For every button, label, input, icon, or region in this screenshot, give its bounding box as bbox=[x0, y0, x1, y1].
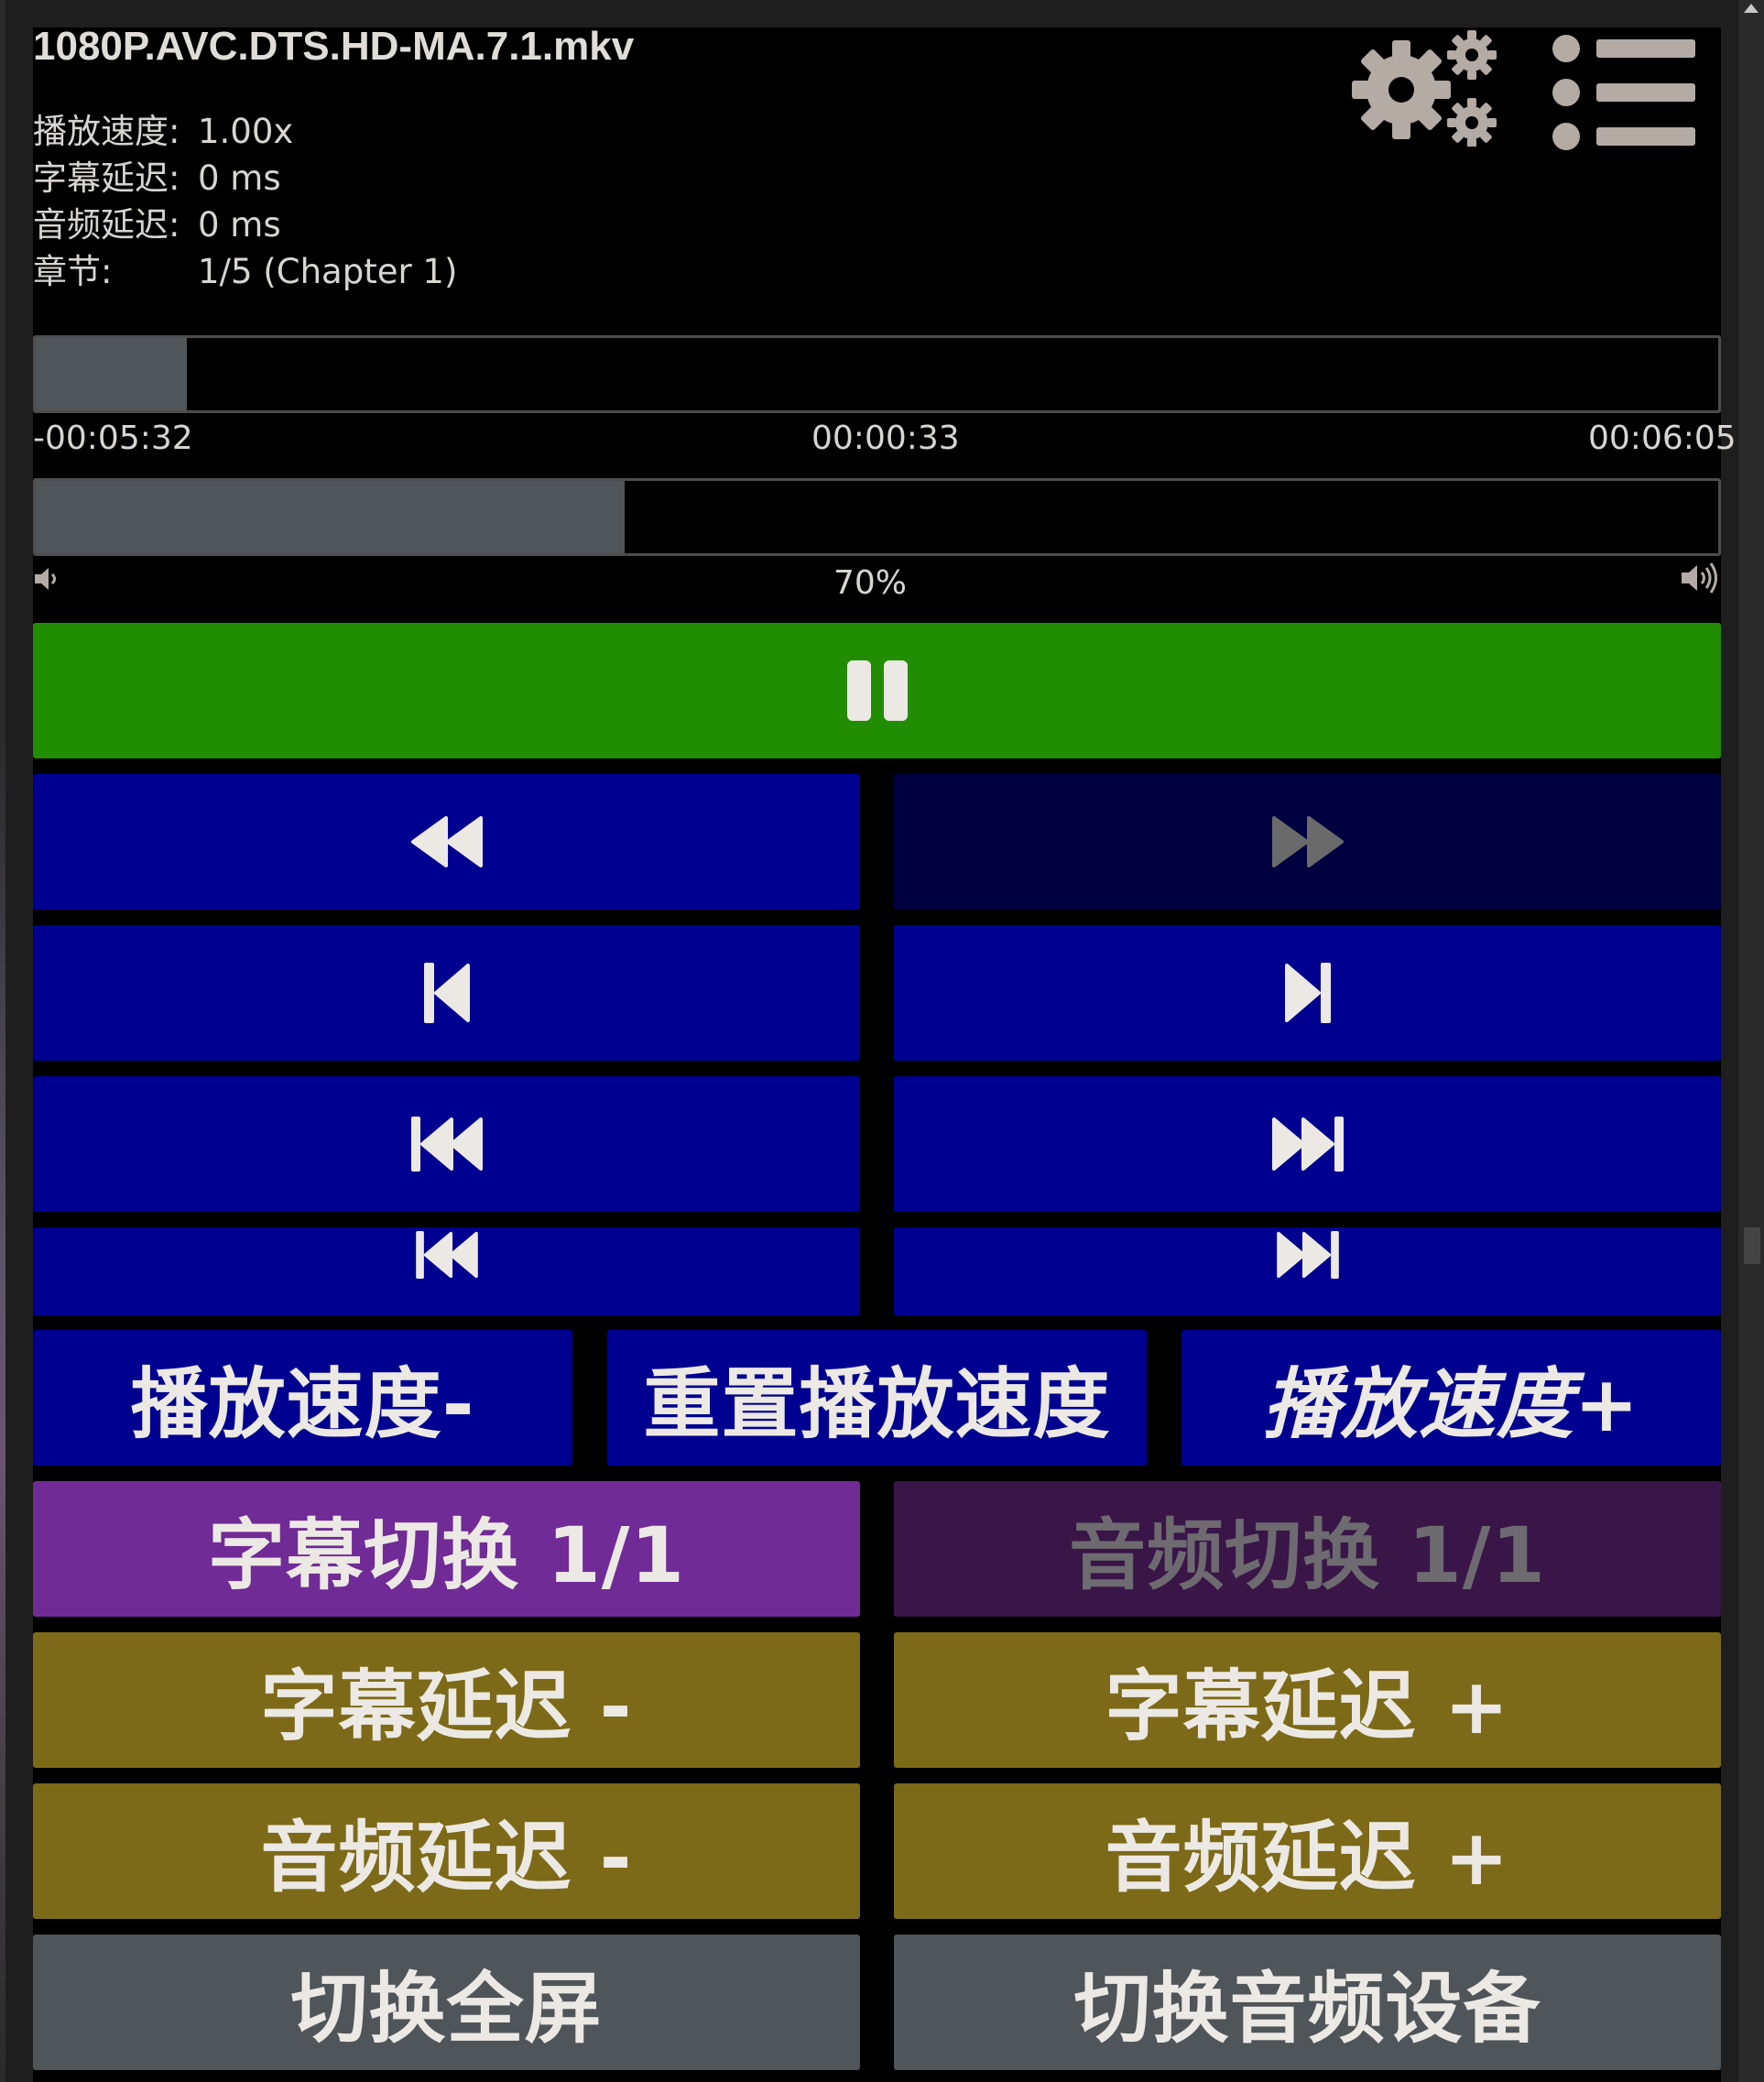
info-row-chapter: 章节: 1/5 (Chapter 1) bbox=[33, 248, 457, 295]
step-backward-icon bbox=[423, 963, 470, 1023]
seek-bar[interactable] bbox=[33, 335, 1721, 413]
prev-file-button-secondary[interactable] bbox=[33, 1227, 860, 1315]
audio-delay-up-button[interactable]: 音频延迟 + bbox=[894, 1783, 1721, 1919]
speed-down-button[interactable]: 播放速度- bbox=[33, 1330, 572, 1466]
subtitle-delay-down-label: 字幕延迟 - bbox=[260, 1661, 633, 1751]
fast-backward-icon bbox=[410, 1117, 483, 1172]
audio-delay-down-label: 音频延迟 - bbox=[260, 1812, 633, 1902]
info-row-audio-delay: 音频延迟: 0 ms bbox=[33, 202, 457, 248]
seek-forward-button[interactable] bbox=[894, 774, 1721, 910]
time-duration: 00:06:05 bbox=[1588, 420, 1737, 457]
seek-backward-button[interactable] bbox=[33, 774, 860, 910]
fullscreen-button[interactable]: 切换全屏 bbox=[33, 1935, 860, 2070]
scrollbar[interactable] bbox=[1738, 0, 1764, 2082]
volume-percent: 70% bbox=[833, 564, 907, 602]
audio-delay-up-label: 音频延迟 + bbox=[1105, 1812, 1510, 1902]
speed-down-label: 播放速度- bbox=[130, 1358, 475, 1449]
info-value: 1.00x bbox=[198, 112, 294, 151]
fullscreen-label: 切换全屏 bbox=[290, 1963, 603, 2054]
next-chapter-button[interactable] bbox=[894, 925, 1721, 1061]
fast-forward-end-icon bbox=[1276, 1231, 1339, 1279]
volume-bar[interactable] bbox=[33, 478, 1721, 556]
speed-up-button[interactable]: 播放速度+ bbox=[1181, 1330, 1721, 1466]
volume-level-fill bbox=[36, 481, 625, 553]
subtitle-delay-up-button[interactable]: 字幕延迟 + bbox=[894, 1632, 1721, 1768]
audio-cycle-label: 音频切换 1/1 bbox=[1069, 1510, 1546, 1600]
info-row-speed: 播放速度: 1.00x bbox=[33, 108, 457, 155]
next-file-button[interactable] bbox=[894, 1076, 1721, 1212]
audio-delay-down-button[interactable]: 音频延迟 - bbox=[33, 1783, 860, 1919]
scroll-thumb[interactable] bbox=[1744, 1227, 1760, 1264]
fast-backward-icon bbox=[415, 1231, 478, 1279]
subtitle-cycle-button[interactable]: 字幕切换 1/1 bbox=[33, 1481, 860, 1617]
time-position: 00:00:33 bbox=[811, 420, 960, 457]
info-row-subtitle-delay: 字幕延迟: 0 ms bbox=[33, 155, 457, 202]
list-menu-icon[interactable] bbox=[1546, 33, 1698, 152]
seek-progress-fill bbox=[36, 338, 188, 410]
status-info: 播放速度: 1.00x 字幕延迟: 0 ms 音频延迟: 0 ms 章节: 1/5 (C… bbox=[33, 108, 457, 295]
step-forward-icon bbox=[1284, 963, 1331, 1023]
info-label: 章节: bbox=[33, 252, 113, 291]
speed-reset-button[interactable]: 重置播放速度 bbox=[607, 1330, 1147, 1466]
time-remaining: -00:05:32 bbox=[33, 420, 193, 457]
subtitle-delay-up-label: 字幕延迟 + bbox=[1105, 1661, 1510, 1751]
subtitle-cycle-label: 字幕切换 1/1 bbox=[208, 1510, 685, 1600]
rewind-icon bbox=[410, 816, 483, 867]
scroll-up-arrow-icon[interactable] bbox=[1744, 4, 1759, 13]
audio-device-button[interactable]: 切换音频设备 bbox=[894, 1935, 1721, 2070]
pause-icon bbox=[846, 660, 908, 721]
info-label: 音频延迟: bbox=[33, 205, 180, 245]
speed-up-label: 播放速度+ bbox=[1262, 1358, 1640, 1449]
info-label: 字幕延迟: bbox=[33, 158, 180, 198]
subtitle-delay-down-button[interactable]: 字幕延迟 - bbox=[33, 1632, 860, 1768]
info-value: 0 ms bbox=[198, 158, 281, 198]
play-pause-button[interactable] bbox=[33, 623, 1721, 758]
prev-chapter-button[interactable] bbox=[33, 925, 860, 1061]
prev-file-button[interactable] bbox=[33, 1076, 860, 1212]
audio-cycle-button[interactable]: 音频切换 1/1 bbox=[894, 1481, 1721, 1617]
file-title: 1080P.AVC.DTS.HD-MA.7.1.mkv bbox=[33, 24, 635, 69]
speed-reset-label: 重置播放速度 bbox=[643, 1358, 1111, 1449]
info-value: 0 ms bbox=[198, 205, 281, 245]
remote-control-app: 1080P.AVC.DTS.HD-MA.7.1.mkv 播放速度: 1.00x 字… bbox=[0, 0, 1764, 2082]
info-value: 1/5 (Chapter 1) bbox=[198, 252, 458, 291]
window-edge bbox=[0, 0, 5, 2082]
volume-low-icon[interactable] bbox=[33, 564, 62, 594]
fast-forward-icon bbox=[1271, 816, 1344, 867]
fast-forward-end-icon bbox=[1271, 1117, 1344, 1172]
gears-icon[interactable] bbox=[1348, 27, 1504, 147]
audio-device-label: 切换音频设备 bbox=[1073, 1963, 1541, 2054]
next-file-button-secondary[interactable] bbox=[894, 1227, 1721, 1315]
info-label: 播放速度: bbox=[33, 112, 180, 151]
volume-high-icon[interactable] bbox=[1680, 561, 1722, 595]
